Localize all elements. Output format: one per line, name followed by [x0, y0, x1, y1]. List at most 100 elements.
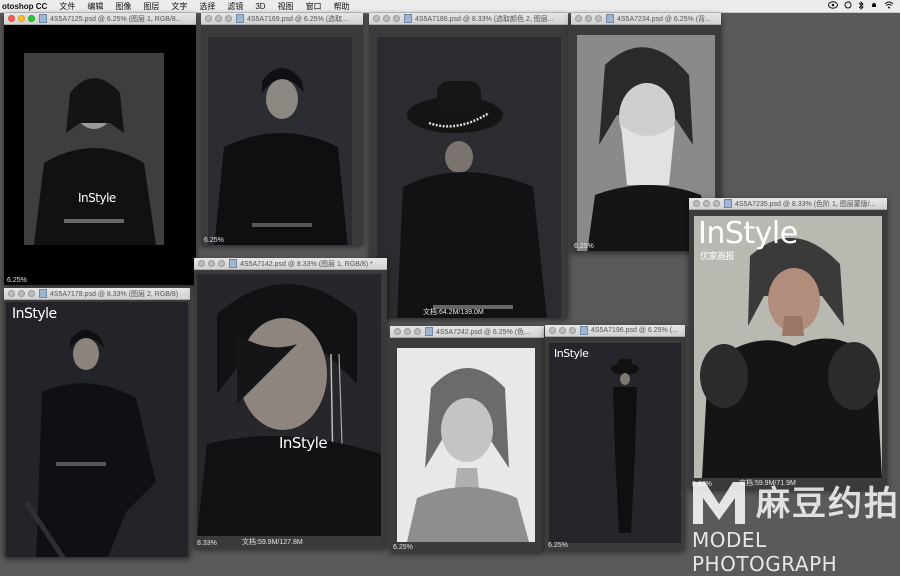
window-title: 4S5A7142.psd @ 8.33% (图层 1, RGB/8) *: [240, 260, 373, 268]
window-titlebar[interactable]: 4S5A7196.psd @ 6.25% (...: [545, 325, 685, 337]
brand-subtitle: 优家画报: [700, 252, 735, 262]
zoom-icon[interactable]: [569, 327, 576, 334]
close-icon[interactable]: [549, 327, 556, 334]
psd-file-icon: [724, 199, 732, 208]
zoom-icon[interactable]: [414, 328, 421, 335]
minimize-icon[interactable]: [383, 15, 390, 22]
instyle-logo: InStyle: [78, 191, 116, 205]
minimize-icon[interactable]: [208, 260, 215, 267]
minimize-icon[interactable]: [585, 15, 592, 22]
bell-icon[interactable]: [870, 1, 878, 11]
menu-type[interactable]: 文字: [165, 1, 193, 12]
zoom-level[interactable]: 8.33%: [197, 540, 217, 547]
window-title: 4S5A7196.psd @ 6.25% (...: [591, 327, 678, 334]
menu-view[interactable]: 视图: [272, 1, 300, 12]
psd-file-icon: [580, 326, 588, 335]
psd-file-icon: [39, 14, 47, 23]
menu-image[interactable]: 图像: [109, 1, 137, 12]
close-icon[interactable]: [8, 15, 15, 22]
window-titlebar[interactable]: 4S5A7242.psd @ 6.25% (色...: [390, 326, 544, 338]
portrait-photo[interactable]: [208, 37, 352, 245]
close-icon[interactable]: [693, 200, 700, 207]
minimize-icon[interactable]: [559, 327, 566, 334]
creative-cloud-icon[interactable]: [828, 1, 838, 11]
window-title: 4S5A7242.psd @ 6.25% (色...: [436, 328, 530, 336]
document-window-4s5a7169[interactable]: 4S5A7169.psd @ 6.25% (选取... 6.25%: [201, 13, 363, 245]
zoom-icon[interactable]: [393, 15, 400, 22]
menu-window[interactable]: 窗口: [300, 1, 328, 12]
window-titlebar[interactable]: 4S5A7142.psd @ 8.33% (图层 1, RGB/8) *: [194, 258, 387, 270]
watermark-chinese-text: 麻豆约拍: [756, 484, 900, 524]
window-title: 4S5A7169.psd @ 6.25% (选取...: [247, 15, 348, 23]
zoom-icon[interactable]: [218, 260, 225, 267]
window-titlebar[interactable]: 4S5A7178.psd @ 8.33% (图层 2, RGB/8): [4, 288, 190, 300]
instyle-logo: InStyle: [279, 434, 328, 452]
minimize-icon[interactable]: [18, 290, 25, 297]
window-titlebar[interactable]: 4S5A7234.psd @ 6.25% (背...: [571, 13, 721, 25]
menu-3d[interactable]: 3D: [249, 2, 271, 11]
close-icon[interactable]: [205, 15, 212, 22]
zoom-level[interactable]: 6.25%: [393, 544, 413, 551]
zoom-icon[interactable]: [28, 15, 35, 22]
window-title: 4S5A7235.psd @ 8.33% (色阶 1, 图层蒙版/...: [735, 200, 876, 208]
document-window-4s5a7178[interactable]: 4S5A7178.psd @ 8.33% (图层 2, RGB/8) InSty…: [4, 288, 190, 557]
minimize-icon[interactable]: [404, 328, 411, 335]
sync-icon[interactable]: [844, 1, 852, 11]
watermark-english-text: MODEL PHOTOGRAPH: [692, 528, 838, 576]
menu-layer[interactable]: 图层: [137, 1, 165, 12]
window-titlebar[interactable]: 4S5A7125.psd @ 6.25% (图层 1, RGB/8...: [4, 13, 196, 25]
zoom-level[interactable]: 6.25%: [574, 243, 594, 250]
zoom-icon[interactable]: [595, 15, 602, 22]
minimize-icon[interactable]: [703, 200, 710, 207]
window-titlebar[interactable]: 4S5A7169.psd @ 6.25% (选取...: [201, 13, 363, 25]
zoom-level[interactable]: 6.25%: [548, 542, 568, 549]
instyle-logo: InStyle: [698, 216, 798, 251]
window-titlebar[interactable]: 4S5A7186.psd @ 8.33% (选取颜色 2, 图层...: [369, 13, 568, 25]
portrait-photo[interactable]: [397, 348, 535, 542]
portrait-photo[interactable]: InStyle 优家画报: [694, 216, 882, 478]
window-title: 4S5A7125.psd @ 6.25% (图层 1, RGB/8...: [50, 15, 182, 23]
document-window-4s5a7242[interactable]: 4S5A7242.psd @ 6.25% (色... 6.25%: [390, 326, 544, 552]
zoom-icon[interactable]: [713, 200, 720, 207]
menubar: otoshop CC 文件 编辑 图像 图层 文字 选择 滤镜 3D 视图 窗口…: [0, 0, 900, 13]
document-window-4s5a7125[interactable]: 4S5A7125.psd @ 6.25% (图层 1, RGB/8... InS…: [4, 13, 196, 285]
document-size-info[interactable]: 文档:64.2M/139.0M: [423, 307, 484, 317]
minimize-icon[interactable]: [215, 15, 222, 22]
bluetooth-icon[interactable]: [858, 0, 864, 12]
portrait-photo[interactable]: InStyle: [549, 343, 681, 543]
zoom-level[interactable]: 6.25%: [7, 277, 27, 284]
menu-edit[interactable]: 编辑: [81, 1, 109, 12]
zoom-icon[interactable]: [225, 15, 232, 22]
psd-file-icon: [236, 14, 244, 23]
document-size-info[interactable]: 文档:59.9M/127.8M: [242, 537, 303, 547]
portrait-photo[interactable]: InStyle: [6, 302, 188, 557]
app-menu[interactable]: otoshop CC: [0, 2, 53, 11]
wifi-icon[interactable]: [884, 1, 894, 11]
portrait-photo[interactable]: InStyle: [197, 274, 381, 536]
menu-filter[interactable]: 滤镜: [221, 1, 249, 12]
document-window-4s5a7186[interactable]: 4S5A7186.psd @ 8.33% (选取颜色 2, 图层... 文档:6…: [369, 13, 568, 318]
window-titlebar[interactable]: 4S5A7235.psd @ 8.33% (色阶 1, 图层蒙版/...: [689, 198, 887, 210]
instyle-logo: InStyle: [554, 347, 589, 360]
menu-help[interactable]: 帮助: [328, 1, 356, 12]
menu-select[interactable]: 选择: [193, 1, 221, 12]
psd-file-icon: [425, 327, 433, 336]
psd-file-icon: [606, 14, 614, 23]
zoom-icon[interactable]: [28, 290, 35, 297]
portrait-photo[interactable]: InStyle: [24, 53, 164, 245]
close-icon[interactable]: [373, 15, 380, 22]
document-window-4s5a7142[interactable]: 4S5A7142.psd @ 8.33% (图层 1, RGB/8) * InS…: [194, 258, 387, 548]
close-icon[interactable]: [394, 328, 401, 335]
close-icon[interactable]: [8, 290, 15, 297]
window-title: 4S5A7186.psd @ 8.33% (选取颜色 2, 图层...: [415, 15, 554, 23]
close-icon[interactable]: [575, 15, 582, 22]
minimize-icon[interactable]: [18, 15, 25, 22]
psd-file-icon: [229, 259, 237, 268]
close-icon[interactable]: [198, 260, 205, 267]
document-window-4s5a7196[interactable]: 4S5A7196.psd @ 6.25% (... InStyle 6.25%: [545, 325, 685, 550]
menu-file[interactable]: 文件: [53, 1, 81, 12]
zoom-level[interactable]: 6.25%: [204, 237, 224, 244]
document-window-4s5a7235[interactable]: 4S5A7235.psd @ 8.33% (色阶 1, 图层蒙版/... InS…: [689, 198, 887, 489]
window-title: 4S5A7178.psd @ 8.33% (图层 2, RGB/8): [50, 290, 179, 298]
portrait-photo[interactable]: [377, 37, 561, 318]
